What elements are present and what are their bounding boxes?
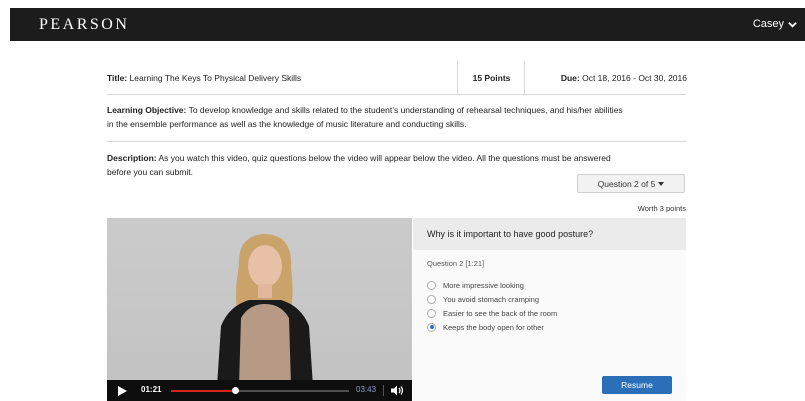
video-controls: 01:21 03:43 [107, 380, 412, 401]
question-worth: Worth 3 points [637, 204, 686, 213]
user-name: Casey [752, 18, 784, 30]
question-panel: Why is it important to have good posture… [413, 218, 686, 401]
objective-line-1: To develop knowledge and skills related … [188, 105, 623, 115]
video-player[interactable]: 01:21 03:43 [107, 218, 412, 401]
answer-option-label: Easier to see the back of the room [443, 308, 558, 318]
radio-button[interactable] [427, 280, 436, 290]
answer-option[interactable]: More impressive looking [427, 278, 557, 292]
description-label: Description: [107, 153, 157, 163]
assignment-points: 15 Points [457, 61, 525, 94]
seek-handle[interactable] [232, 387, 240, 394]
play-icon[interactable] [118, 386, 127, 396]
objective-line-2: in the ensemble performance as well as t… [107, 119, 467, 129]
title-label: Title: [107, 72, 128, 83]
answer-option-label: Keeps the body open for other [443, 322, 544, 332]
top-navigation-bar: PEARSON Casey [10, 8, 805, 41]
radio-button-selected[interactable] [427, 322, 436, 332]
due-value: Oct 18, 2016 - Oct 30, 2016 [582, 72, 687, 83]
learning-objective: Learning Objective: To develop knowledge… [107, 103, 686, 131]
answer-option[interactable]: Keeps the body open for other [427, 320, 557, 334]
answer-option[interactable]: Easier to see the back of the room [427, 306, 557, 320]
seek-progress [171, 390, 237, 392]
pearson-logo[interactable]: PEARSON [39, 16, 129, 34]
chevron-down-icon [788, 21, 797, 28]
question-selector-label: Question 2 of 5 [597, 178, 656, 189]
section-divider [107, 141, 686, 142]
user-menu[interactable]: Casey [753, 18, 797, 30]
assignment-due-date: Due: Oct 18, 2016 - Oct 30, 2016 [524, 61, 687, 94]
due-label: Due: [560, 72, 580, 83]
question-selector-dropdown[interactable]: Question 2 of 5 [577, 174, 685, 193]
volume-icon[interactable] [391, 385, 405, 396]
assignment-header-row: Title: Learning The Keys To Physical Del… [107, 61, 687, 95]
answer-option-label: You avoid stomach cramping [443, 294, 540, 304]
presenter-image [217, 234, 313, 386]
answer-option[interactable]: You avoid stomach cramping [427, 292, 557, 306]
answer-options: More impressive looking You avoid stomac… [427, 278, 557, 334]
caret-down-icon [658, 181, 665, 186]
question-text: Why is it important to have good posture… [427, 229, 594, 239]
answer-option-label: More impressive looking [443, 280, 524, 290]
question-header: Why is it important to have good posture… [413, 218, 686, 250]
objective-label: Learning Objective: [107, 105, 187, 115]
radio-button[interactable] [427, 294, 436, 304]
total-time: 03:43 [356, 385, 377, 394]
current-time: 01:21 [141, 385, 162, 394]
question-number: Question 2 [1:21] [427, 259, 485, 268]
resume-button[interactable]: Resume [602, 376, 672, 394]
description-line-2: before you can submit. [107, 167, 193, 177]
controls-divider [383, 385, 384, 396]
assignment-title: Title: Learning The Keys To Physical Del… [107, 61, 457, 94]
description-line-1: As you watch this video, quiz questions … [158, 153, 611, 163]
title-value: Learning The Keys To Physical Delivery S… [129, 72, 302, 83]
seek-bar[interactable] [171, 387, 349, 394]
radio-button[interactable] [427, 308, 436, 318]
